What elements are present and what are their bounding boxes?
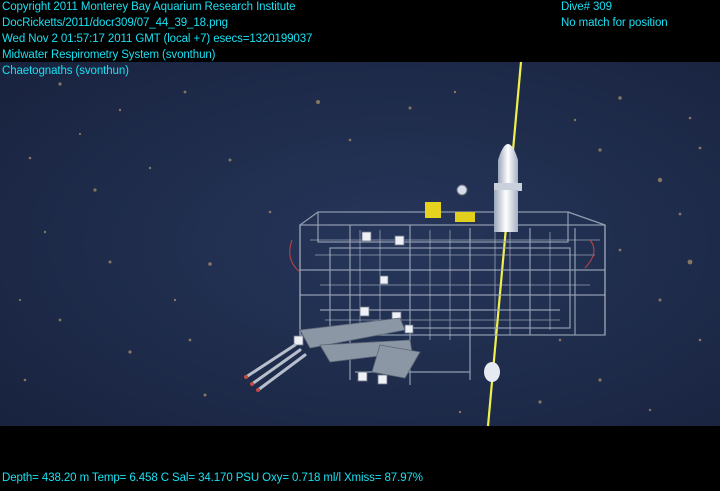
position-status: No match for position [561, 17, 668, 29]
copyright-line: Copyright 2011 Monterey Bay Aquarium Res… [2, 1, 296, 13]
project-line: Midwater Respirometry System (svonthun) [2, 49, 216, 61]
header-info: Copyright 2011 Monterey Bay Aquarium Res… [2, 0, 312, 79]
sensor-readout: Depth= 438.20 m Temp= 6.458 C Sal= 34.17… [2, 472, 423, 484]
dive-info: Dive# 309 No match for position [561, 0, 668, 31]
image-path-line: DocRicketts/2011/docr309/07_44_39_18.png [2, 17, 228, 29]
subject-line: Chaetognaths (svonthun) [2, 65, 129, 77]
timestamp-line: Wed Nov 2 01:57:17 2011 GMT (local +7) e… [2, 33, 313, 45]
dive-number: Dive# 309 [561, 1, 612, 13]
